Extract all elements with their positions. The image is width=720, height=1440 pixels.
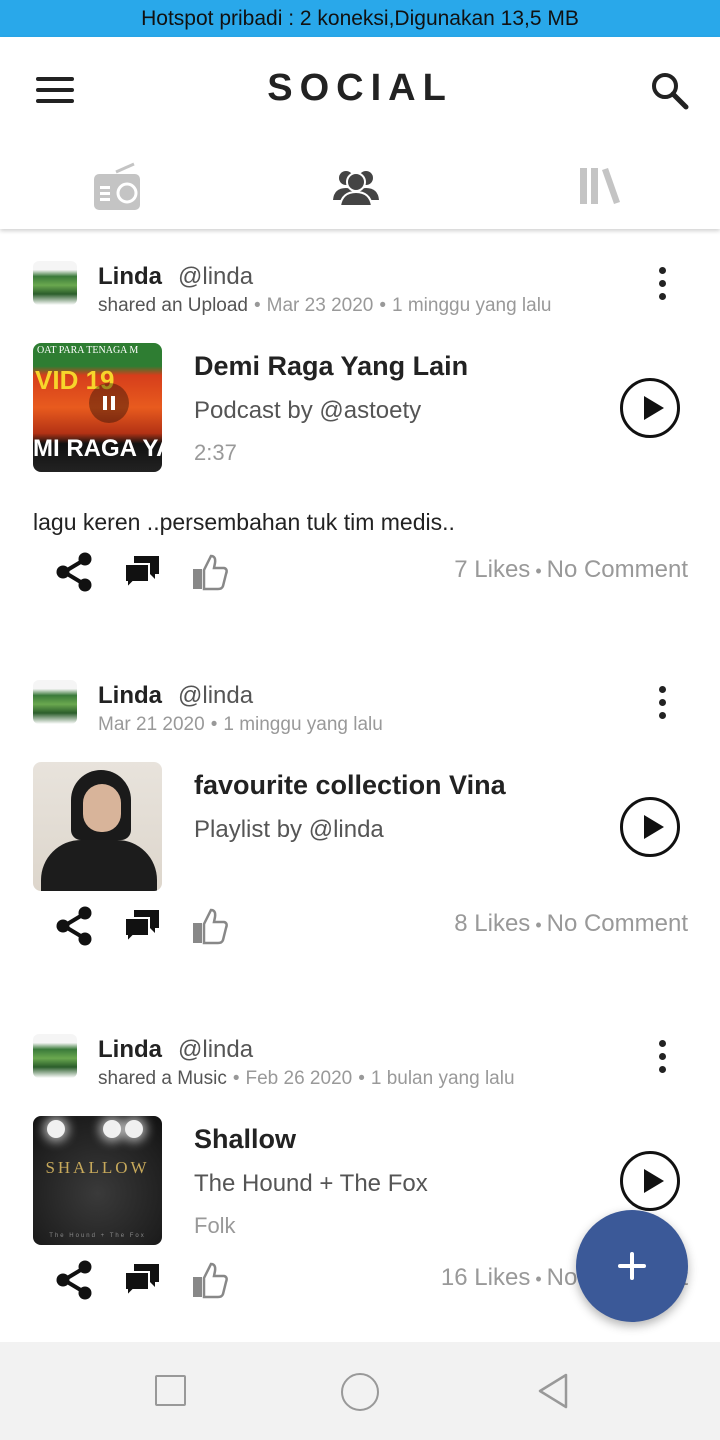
app-header: SOCIAL [0,37,720,229]
media-duration: 2:37 [194,440,237,465]
media-subtitle: Podcast by @astoety [194,397,422,424]
library-icon [580,168,620,204]
post-date: Mar 21 2020 [98,714,205,735]
search-button[interactable] [650,71,694,115]
tab-radio[interactable] [90,162,150,214]
home-button[interactable] [341,1373,379,1411]
user-handle[interactable]: @linda [178,682,253,710]
user-name[interactable]: Linda [98,263,162,291]
share-button[interactable] [54,906,94,946]
user-handle[interactable]: @linda [178,263,253,291]
media-thumbnail[interactable] [33,762,162,891]
more-vert-icon [658,686,666,693]
share-icon [56,1260,92,1300]
comment-button[interactable] [122,906,162,946]
more-options-button[interactable] [650,686,674,726]
play-button[interactable] [620,378,680,438]
user-name[interactable]: Linda [98,1036,162,1064]
back-triangle-icon [538,1373,568,1409]
status-text: Hotspot pribadi : 2 koneksi,Digunakan 13… [141,7,579,30]
media-title[interactable]: favourite collection Vina [194,770,506,801]
more-options-button[interactable] [650,267,674,307]
play-button[interactable] [620,797,680,857]
user-name[interactable]: Linda [98,682,162,710]
comment-button[interactable] [122,552,162,592]
like-button[interactable] [190,1260,230,1300]
media-thumbnail[interactable]: OAT PARA TENAGA M VID 19 MI RAGA YANG [33,343,162,472]
media-thumbnail[interactable]: SHALLOW The Hound + The Fox [33,1116,162,1245]
post-action: shared a Music [98,1068,227,1089]
search-icon [652,73,689,110]
like-button[interactable] [190,906,230,946]
status-bar: Hotspot pribadi : 2 koneksi,Digunakan 13… [0,0,720,37]
like-button[interactable] [190,552,230,592]
play-button[interactable] [620,1151,680,1211]
pause-icon [89,383,129,423]
post-action: shared an Upload [98,295,248,316]
likes-count[interactable]: 7 Likes [454,556,530,583]
people-icon [333,171,379,207]
media-subtitle: The Hound + The Fox [194,1170,428,1197]
post-meta: shared a Music • Feb 26 2020 • 1 bulan yang … [98,1068,515,1089]
thumbs-up-icon [193,554,228,591]
media-title[interactable]: Demi Raga Yang Lain [194,351,468,382]
likes-count[interactable]: 16 Likes [441,1264,530,1291]
post-date: Feb 26 2020 [245,1068,353,1089]
post-ago: 1 bulan yang lalu [370,1068,515,1089]
tab-library[interactable] [572,162,632,214]
more-vert-icon [658,1040,666,1047]
comments-count[interactable]: No Comment [547,556,688,583]
more-options-button[interactable] [650,1040,674,1080]
post-stats: 8 Likes • No Comment [454,910,688,937]
post-caption: lagu keren ..persembahan tuk tim medis.. [33,509,455,535]
post-ago: 1 minggu yang lalu [392,295,552,316]
system-nav-bar [0,1342,720,1440]
share-icon [56,552,92,592]
comments-count[interactable]: No Comment [547,910,688,937]
page-title: SOCIAL [267,67,453,109]
user-handle[interactable]: @linda [178,1036,253,1064]
more-vert-icon [658,267,666,274]
media-subtitle: Playlist by @linda [194,816,384,843]
radio-icon [94,162,140,210]
back-button[interactable] [536,1373,572,1409]
post-ago: 1 minggu yang lalu [223,714,383,735]
share-button[interactable] [54,552,94,592]
add-post-button[interactable] [576,1210,688,1322]
share-button[interactable] [54,1260,94,1300]
post-stats: 7 Likes • No Comment [454,556,688,583]
post-meta: shared an Upload • Mar 23 2020 • 1 minggu ya… [98,295,552,316]
likes-count[interactable]: 8 Likes [454,910,530,937]
avatar[interactable] [33,1034,77,1078]
comment-icon [124,910,159,945]
share-icon [56,906,92,946]
tab-social[interactable] [330,162,390,214]
thumbs-up-icon [193,908,228,945]
comment-icon [124,556,159,591]
comment-icon [124,1264,159,1299]
post-date: Mar 23 2020 [266,295,374,316]
avatar[interactable] [33,680,77,724]
recent-apps-button[interactable] [153,1373,189,1409]
media-genre: Folk [194,1213,236,1238]
feed[interactable]: Linda @linda shared an Upload • Mar 23 202… [0,229,720,1342]
thumbs-up-icon [193,1262,228,1299]
media-title[interactable]: Shallow [194,1124,296,1155]
post-meta: Mar 21 2020 • 1 minggu yang lalu [98,714,383,735]
avatar[interactable] [33,261,77,305]
comment-button[interactable] [122,1260,162,1300]
